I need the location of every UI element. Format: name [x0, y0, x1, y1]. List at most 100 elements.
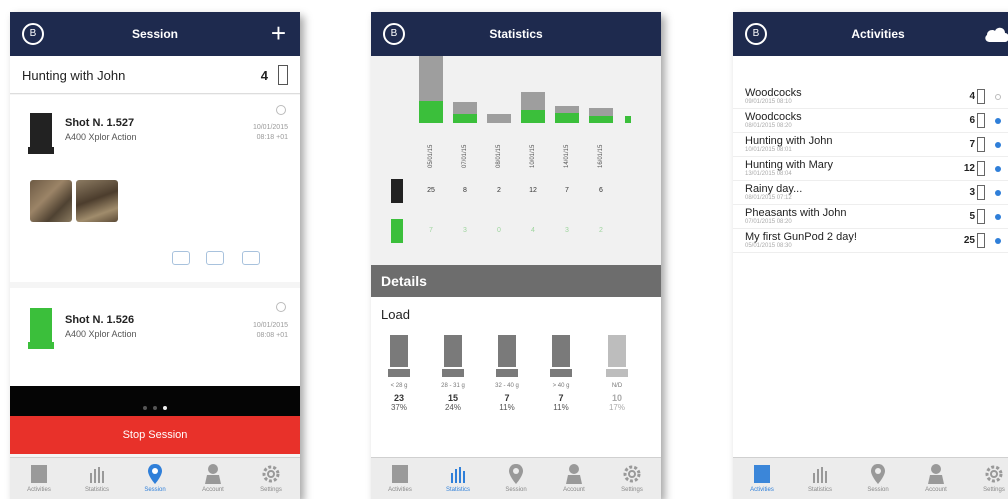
tab-bar: Activities Statistics Session Account Se… [733, 457, 1008, 499]
gear-icon [965, 463, 1008, 485]
cartridge-icon [552, 335, 570, 367]
bar-chart-icon [791, 463, 849, 485]
activities-icon [754, 465, 770, 483]
shot-name: Shot N. 1.526 [65, 314, 135, 326]
count-value: 12 [529, 187, 537, 194]
tab-settings[interactable]: Settings [603, 458, 661, 499]
activities-icon [31, 465, 47, 483]
battery-icon [977, 161, 985, 176]
status-dot-icon [995, 142, 1001, 148]
statistics-screen: B Statistics 05/01/15 07/01/15 08/01/15 … [371, 12, 661, 499]
count-value: 2 [599, 227, 603, 234]
tab-account[interactable]: Account [184, 458, 242, 499]
list-item[interactable]: Woodcocks 08/01/2015 08:20 6 > [733, 110, 1008, 133]
user-icon [907, 463, 965, 485]
count-value: 8 [463, 187, 467, 194]
shot-card[interactable]: Shot N. 1.526 A400 Xplor Action 10/01/20… [10, 288, 300, 386]
location-pin-icon [487, 463, 545, 485]
bar-chart-icon [429, 463, 487, 485]
note-icon[interactable] [242, 251, 260, 265]
cloud-sync-icon[interactable] [983, 25, 1008, 43]
count-value: 7 [565, 187, 569, 194]
session-topbar: B Session + [10, 12, 300, 56]
shot-date: 10/01/2015 08:08 +01 [252, 322, 288, 339]
statistics-title: Statistics [489, 27, 543, 41]
battery-icon [977, 209, 985, 224]
battery-icon [977, 185, 985, 200]
cartridge-icon [444, 335, 462, 367]
list-item[interactable]: Hunting with Mary 13/01/2015 08:04 12 > [733, 158, 1008, 181]
session-activity-header[interactable]: Hunting with John 4 [10, 56, 300, 94]
tab-statistics[interactable]: Statistics [791, 458, 849, 499]
tab-settings[interactable]: Settings [242, 458, 300, 499]
chart-bar[interactable] [453, 102, 477, 123]
details-section-header: Details [371, 265, 661, 297]
battery-icon [278, 65, 288, 85]
activities-list: Woodcocks 09/01/2015 08:10 4 > Woodcocks… [733, 56, 1008, 458]
gun-green-icon [391, 219, 403, 243]
count-value: 3 [463, 227, 467, 234]
count-value: 25 [427, 187, 435, 194]
tab-session[interactable]: Session [126, 458, 184, 499]
status-dot-icon [995, 190, 1001, 196]
gear-icon [242, 463, 300, 485]
tab-session[interactable]: Session [487, 458, 545, 499]
date-label: 14/01/15 [564, 144, 570, 168]
status-dot-icon [995, 94, 1001, 100]
chart-bar[interactable] [521, 92, 545, 123]
load-column: > 40 g 7 11% [541, 335, 581, 412]
tab-activities[interactable]: Activities [371, 458, 429, 499]
clock-icon [276, 105, 286, 115]
status-dot-icon [995, 166, 1001, 172]
chart-bar[interactable] [625, 116, 631, 123]
activities-topbar: B Activities [733, 12, 1008, 56]
load-column: 32 - 40 g 7 11% [487, 335, 527, 412]
location-pin-icon [849, 463, 907, 485]
bar-chart-icon [68, 463, 126, 485]
battery-icon [977, 137, 985, 152]
battery-icon [977, 89, 985, 104]
list-item[interactable]: Pheasants with John 07/01/2015 08:20 5 > [733, 206, 1008, 229]
activity-name: Hunting with John [22, 68, 126, 83]
chart-bar[interactable] [555, 106, 579, 123]
list-item[interactable]: Hunting with John 10/01/2015 08:01 7 > [733, 134, 1008, 157]
gun-green-icon [28, 308, 54, 350]
shot-photo[interactable] [76, 180, 118, 222]
activities-screen: B Activities Woodcocks 09/01/2015 08:10 … [733, 12, 1008, 499]
activities-title: Activities [851, 27, 905, 41]
date-label: 05/01/15 [428, 144, 434, 168]
date-label: 10/01/15 [530, 144, 536, 168]
status-dot-icon [995, 238, 1001, 244]
chart-bar[interactable] [419, 56, 443, 123]
add-icon[interactable]: + [271, 18, 286, 48]
statistics-chart: 05/01/15 07/01/15 08/01/15 10/01/15 14/0… [371, 56, 661, 265]
statistics-topbar: B Statistics [371, 12, 661, 56]
tab-activities[interactable]: Activities [10, 458, 68, 499]
tab-session[interactable]: Session [849, 458, 907, 499]
camera-icon[interactable] [172, 251, 190, 265]
load-column: < 28 g 23 37% [379, 335, 419, 412]
list-item[interactable]: My first GunPod 2 day! 05/01/2015 08:30 … [733, 230, 1008, 253]
tab-activities[interactable]: Activities [733, 458, 791, 499]
tab-statistics[interactable]: Statistics [429, 458, 487, 499]
cartridge-icon [390, 335, 408, 367]
stop-session-button[interactable]: Stop Session [10, 416, 300, 454]
list-item[interactable]: Rainy day... 08/01/2015 07:12 3 > [733, 182, 1008, 205]
activity-count: 4 [260, 68, 268, 83]
count-value: 4 [531, 227, 535, 234]
tab-settings[interactable]: Settings [965, 458, 1008, 499]
chart-bar[interactable] [487, 114, 511, 123]
user-icon [184, 463, 242, 485]
load-section: Load < 28 g 23 37% 28 - 31 g 15 24% 32 -… [371, 297, 661, 457]
list-item[interactable]: Woodcocks 09/01/2015 08:10 4 > [733, 86, 1008, 109]
video-icon[interactable] [206, 251, 224, 265]
shot-card[interactable]: Shot N. 1.527 A400 Xplor Action 10/01/20… [10, 95, 300, 282]
cartridge-icon [498, 335, 516, 367]
chart-bar[interactable] [589, 108, 613, 123]
tab-account[interactable]: Account [907, 458, 965, 499]
tab-account[interactable]: Account [545, 458, 603, 499]
shot-photo[interactable] [30, 180, 72, 222]
load-title: Load [381, 307, 410, 322]
tab-bar: Activities Statistics Session Account Se… [371, 457, 661, 499]
tab-statistics[interactable]: Statistics [68, 458, 126, 499]
